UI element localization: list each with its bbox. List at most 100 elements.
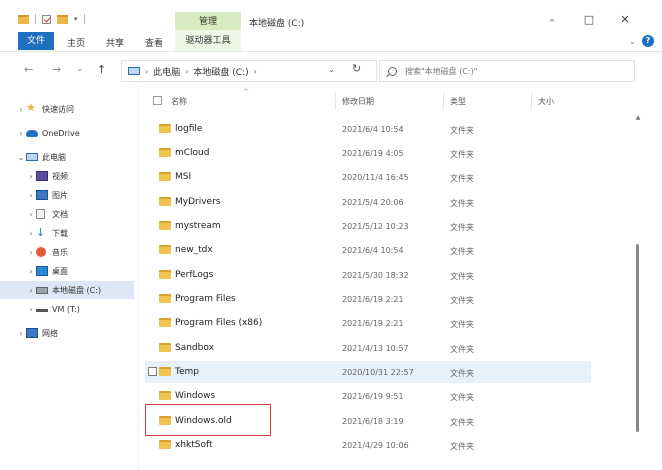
file-type: 文件夹 [450, 174, 474, 183]
customize-chevron-icon[interactable]: ▾ [74, 15, 78, 23]
file-modified: 2020/10/31 22:57 [342, 368, 414, 377]
navigation-pane: › ★ 快速访问 › OneDrive ⌄ 此电脑 › 视频 › 图片 › 文档… [0, 86, 134, 470]
address-row: ← → ⌄ ↑ › 此电脑 › 本地磁盘 (C:) › ⌄ ↻ [0, 52, 662, 86]
nav-item-vm-t[interactable]: › VM (T:) [0, 300, 134, 318]
expand-chevron-icon[interactable]: › [16, 129, 26, 138]
tab-manage[interactable]: 管理 [175, 12, 241, 30]
up-button[interactable]: ↑ [97, 63, 106, 76]
forward-button[interactable]: → [52, 63, 61, 76]
drive-icon [36, 286, 48, 294]
column-modified[interactable]: 修改日期 [342, 96, 374, 107]
column-size[interactable]: 大小 [538, 96, 554, 107]
address-dropdown-chevron-icon[interactable]: ⌄ [328, 65, 335, 74]
file-row-sandbox[interactable]: Sandbox 2021/4/13 10:57 文件夹 [145, 337, 591, 359]
column-divider[interactable] [335, 92, 336, 110]
folder-icon [159, 270, 171, 279]
close-button[interactable]: ✕ [613, 12, 637, 28]
search-box[interactable] [379, 60, 635, 82]
tab-drive-tools[interactable]: 驱动器工具 [175, 30, 241, 51]
breadcrumb-separator[interactable]: › [185, 67, 188, 76]
refresh-button[interactable]: ↻ [352, 62, 361, 75]
back-button[interactable]: ← [24, 63, 33, 76]
breadcrumb-separator[interactable]: › [145, 67, 148, 76]
tab-share[interactable]: 共享 [106, 36, 124, 49]
search-input[interactable] [405, 66, 605, 76]
sort-ascending-icon: ^ [243, 88, 249, 96]
file-row-mcloud[interactable]: mCloud 2021/6/19 4:05 文件夹 [145, 142, 591, 164]
file-row-mystream[interactable]: mystream 2021/5/12 10:23 文件夹 [145, 215, 591, 237]
file-type: 文件夹 [450, 442, 474, 451]
expand-chevron-icon[interactable]: › [26, 172, 36, 181]
nav-item-pictures[interactable]: › 图片 [0, 186, 134, 204]
nav-item-this-pc[interactable]: ⌄ 此电脑 [0, 148, 134, 166]
pane-splitter[interactable] [138, 86, 139, 470]
scroll-up-arrow-icon[interactable]: ▲ [634, 114, 642, 121]
column-name[interactable]: 名称 [171, 96, 187, 107]
file-name: Temp [175, 367, 199, 377]
file-row-msi[interactable]: MSI 2020/11/4 16:45 文件夹 [145, 166, 591, 188]
file-name: PerfLogs [175, 270, 214, 280]
file-row-xhktsoft[interactable]: xhktSoft 2021/4/29 10:06 文件夹 [145, 434, 591, 456]
expand-chevron-icon[interactable]: › [26, 210, 36, 219]
expand-chevron-icon[interactable]: › [26, 248, 36, 257]
nav-item-music[interactable]: › 音乐 [0, 243, 134, 261]
breadcrumb-this-pc[interactable]: 此电脑 [153, 65, 180, 78]
help-icon[interactable]: ? [642, 35, 654, 47]
expand-chevron-icon[interactable]: › [26, 286, 36, 295]
tab-home[interactable]: 主页 [67, 36, 85, 49]
file-modified: 2021/6/19 2:21 [342, 295, 404, 304]
collapse-chevron-icon[interactable]: ⌄ [16, 153, 26, 162]
file-name: Program Files [175, 294, 236, 304]
new-folder-icon[interactable] [57, 14, 68, 24]
nav-item-network[interactable]: › 网络 [0, 324, 134, 342]
column-divider[interactable] [531, 92, 532, 110]
file-name: Program Files (x86) [175, 318, 263, 328]
file-row-temp[interactable]: Temp 2020/10/31 22:57 文件夹 [145, 361, 591, 383]
expand-chevron-icon[interactable]: › [26, 229, 36, 238]
breadcrumb-local-disk[interactable]: 本地磁盘 (C:) [193, 65, 248, 78]
expand-chevron-icon[interactable]: › [26, 191, 36, 200]
file-row-perflogs[interactable]: PerfLogs 2021/5/30 18:32 文件夹 [145, 264, 591, 286]
pictures-folder-icon [36, 190, 48, 200]
nav-item-videos[interactable]: › 视频 [0, 167, 134, 185]
nav-item-quick-access[interactable]: › ★ 快速访问 [0, 100, 134, 118]
expand-chevron-icon[interactable]: › [26, 305, 36, 314]
column-divider[interactable] [443, 92, 444, 110]
expand-ribbon-chevron-icon[interactable]: ⌄ [629, 37, 636, 46]
folder-icon [159, 318, 171, 327]
select-all-checkbox[interactable] [153, 96, 162, 105]
folder-icon [159, 294, 171, 303]
address-bar[interactable]: › 此电脑 › 本地磁盘 (C:) › [121, 60, 377, 82]
row-checkbox[interactable] [148, 367, 157, 376]
breadcrumb-separator[interactable]: › [254, 67, 257, 76]
expand-chevron-icon[interactable]: › [16, 329, 26, 338]
maximize-button[interactable]: □ [577, 12, 601, 28]
nav-item-onedrive[interactable]: › OneDrive [0, 124, 134, 142]
column-type[interactable]: 类型 [450, 96, 466, 107]
file-modified: 2021/5/12 10:23 [342, 222, 409, 231]
nav-item-local-disk-c[interactable]: › 本地磁盘 (C:) [0, 281, 134, 299]
file-row-new-tdx[interactable]: new_tdx 2021/6/4 10:54 文件夹 [145, 239, 591, 261]
properties-check-icon[interactable] [42, 14, 51, 24]
minimize-button[interactable]: – [540, 12, 564, 28]
file-row-mydrivers[interactable]: MyDrivers 2021/5/4 20:06 文件夹 [145, 191, 591, 213]
tab-view[interactable]: 查看 [145, 36, 163, 49]
folder-icon [159, 245, 171, 254]
vertical-scrollbar-thumb[interactable] [636, 244, 639, 432]
expand-chevron-icon[interactable]: › [26, 267, 36, 276]
nav-item-desktop[interactable]: › 桌面 [0, 262, 134, 280]
tab-file[interactable]: 文件 [18, 32, 54, 50]
folder-icon [159, 124, 171, 133]
file-row-logfile[interactable]: logfile 2021/6/4 10:54 文件夹 [145, 118, 591, 140]
recent-locations-chevron-icon[interactable]: ⌄ [76, 64, 84, 74]
folder-icon [159, 197, 171, 206]
nav-item-label: 下载 [52, 228, 68, 238]
expand-chevron-icon[interactable]: › [16, 105, 26, 114]
desktop-folder-icon [36, 266, 48, 276]
file-name: xhktSoft [175, 440, 213, 450]
nav-item-documents[interactable]: › 文档 [0, 205, 134, 223]
file-row-program-files[interactable]: Program Files 2021/6/19 2:21 文件夹 [145, 288, 591, 310]
nav-item-downloads[interactable]: › ↓ 下载 [0, 224, 134, 242]
file-type: 文件夹 [450, 272, 474, 281]
file-row-program-files-x86[interactable]: Program Files (x86) 2021/6/19 2:21 文件夹 [145, 312, 591, 334]
